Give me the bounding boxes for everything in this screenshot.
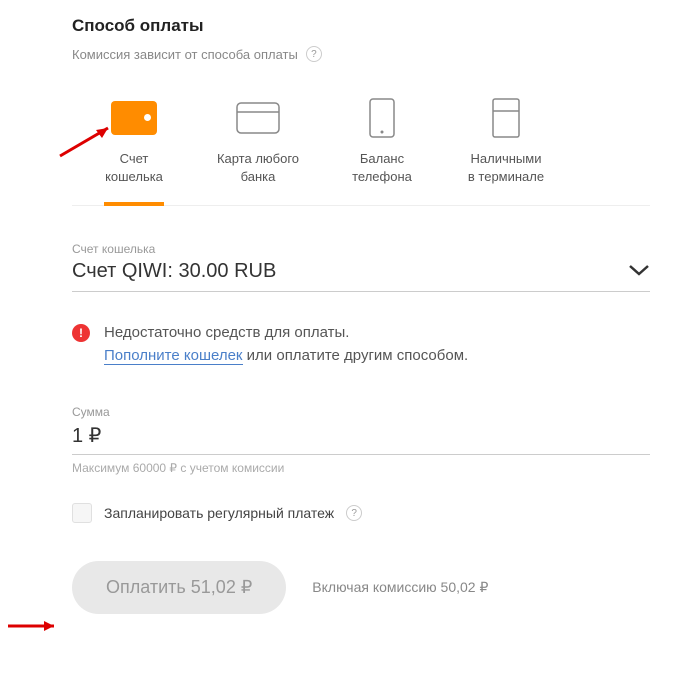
footer-row: Оплатить 51,02 ₽ Включая комиссию 50,02 … <box>72 561 650 614</box>
help-icon[interactable]: ? <box>306 46 322 62</box>
alert-icon: ! <box>72 324 90 342</box>
topup-link[interactable]: Пополните кошелек <box>104 347 243 365</box>
method-label: Наличнымив терминале <box>448 150 564 185</box>
help-icon[interactable]: ? <box>346 505 362 521</box>
pay-button[interactable]: Оплатить 51,02 ₽ <box>72 561 286 614</box>
chevron-down-icon <box>628 260 650 283</box>
annotation-arrow <box>56 120 120 160</box>
account-value: Счет QIWI: 30.00 RUB <box>72 260 276 283</box>
commission-subtitle: Комиссия зависит от способа оплаты <box>72 47 298 62</box>
account-section: Счет кошелька Счет QIWI: 30.00 RUB <box>72 242 650 292</box>
method-phone[interactable]: Баланстелефона <box>320 84 444 205</box>
amount-label: Сумма <box>72 405 650 419</box>
page-title: Способ оплаты <box>72 16 650 36</box>
account-label: Счет кошелька <box>72 242 650 256</box>
recurring-row: Запланировать регулярный платеж ? <box>72 503 650 523</box>
annotation-arrow <box>6 618 66 634</box>
method-label: Баланстелефона <box>324 150 440 185</box>
amount-input[interactable]: 1 ₽ <box>72 423 650 455</box>
method-terminal[interactable]: Наличнымив терминале <box>444 84 568 205</box>
card-icon <box>200 94 316 142</box>
amount-section: Сумма 1 ₽ Максимум 60000 ₽ с учетом коми… <box>72 405 650 475</box>
recurring-label: Запланировать регулярный платеж <box>104 505 334 521</box>
recurring-checkbox[interactable] <box>72 503 92 523</box>
account-select[interactable]: Счет QIWI: 30.00 RUB <box>72 260 650 292</box>
amount-hint: Максимум 60000 ₽ с учетом комиссии <box>72 461 650 475</box>
payment-methods: Счеткошелька Карта любогобанка Баланстел… <box>72 84 650 206</box>
terminal-icon <box>448 94 564 142</box>
fee-text: Включая комиссию 50,02 ₽ <box>312 579 488 596</box>
subtitle-row: Комиссия зависит от способа оплаты ? <box>72 46 650 62</box>
phone-icon <box>324 94 440 142</box>
alert-text: Недостаточно средств для оплаты. Пополни… <box>104 322 468 367</box>
method-label: Карта любогобанка <box>200 150 316 185</box>
method-card[interactable]: Карта любогобанка <box>196 84 320 205</box>
insufficient-funds-alert: ! Недостаточно средств для оплаты. Попол… <box>72 322 650 367</box>
